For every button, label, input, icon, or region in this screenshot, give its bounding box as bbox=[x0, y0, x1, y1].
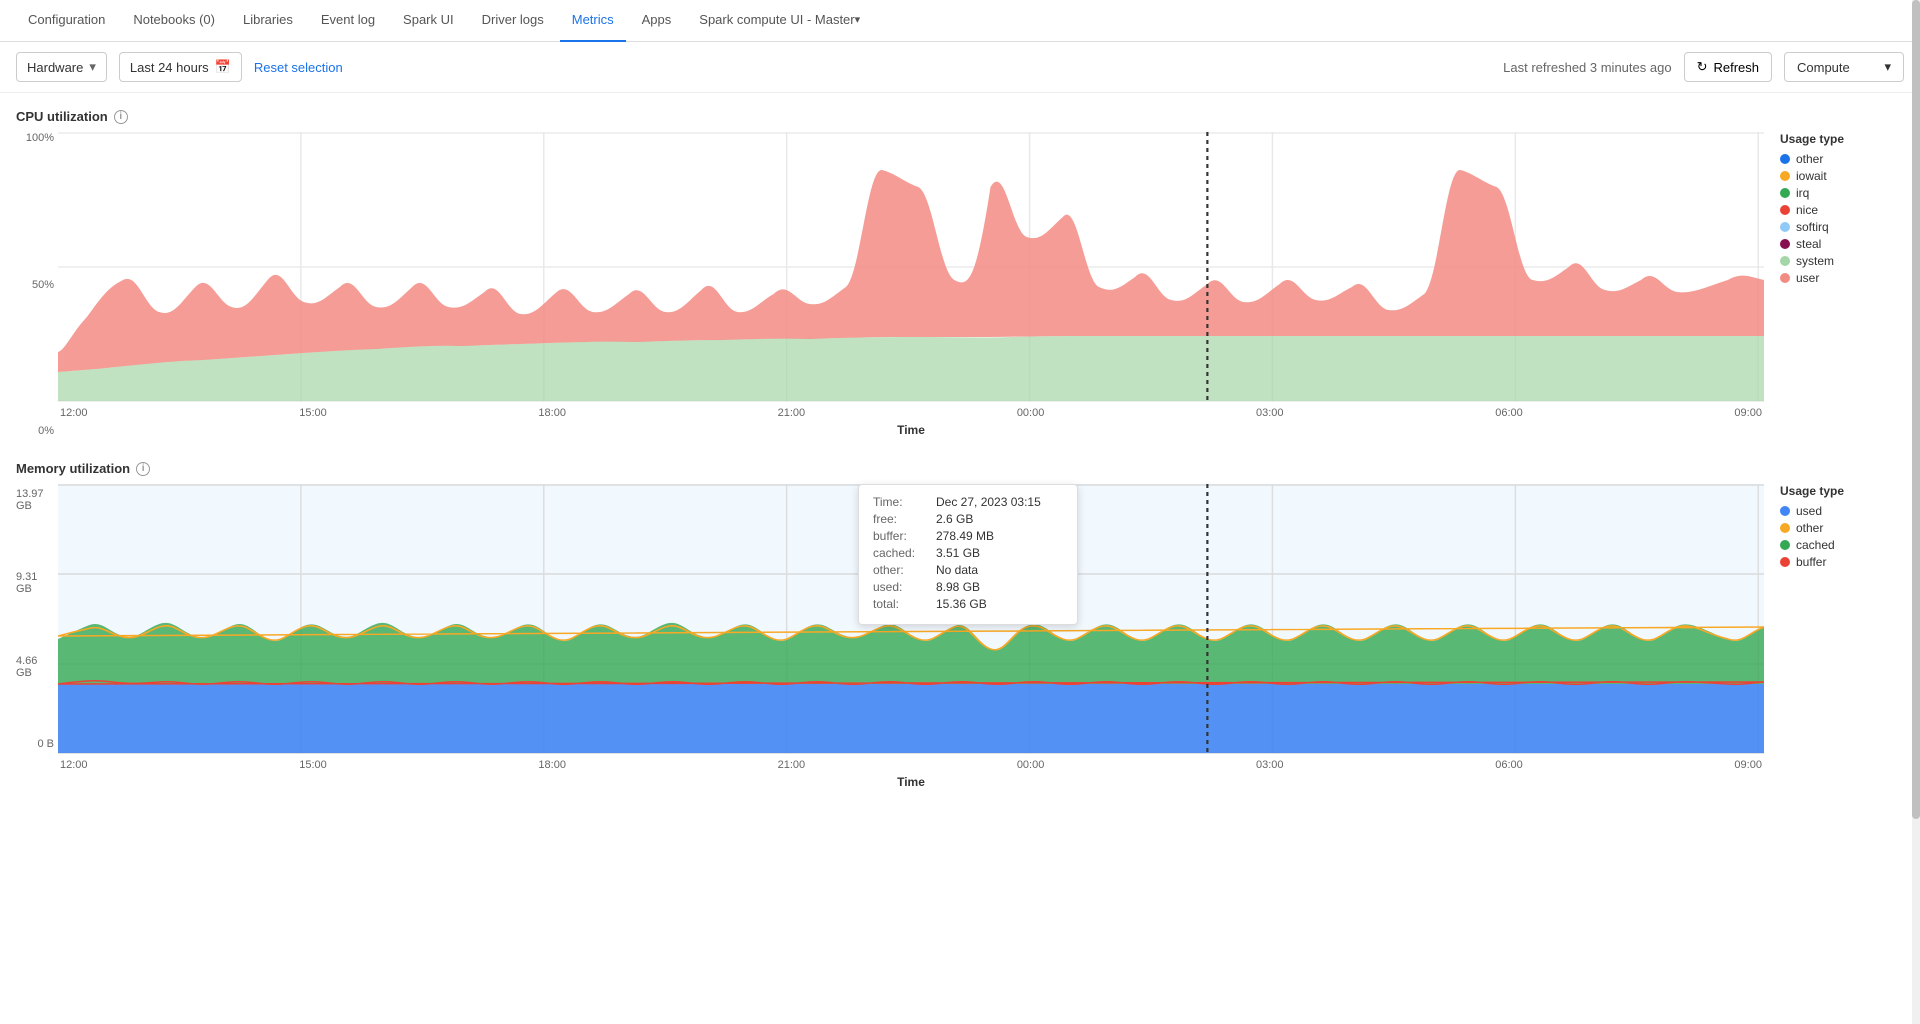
memory-chart-container: 13.97 GB 9.31 GB 4.66 GB 0 B bbox=[16, 484, 1904, 789]
mem-legend-dot-other bbox=[1780, 523, 1790, 533]
cpu-y-axis: 100% 50% 0% bbox=[16, 132, 58, 437]
refresh-label: Refresh bbox=[1713, 60, 1759, 75]
nav-item-driverlogs[interactable]: Driver logs bbox=[470, 0, 556, 42]
legend-dot-softirq bbox=[1780, 222, 1790, 232]
memory-info-icon[interactable]: i bbox=[136, 462, 150, 476]
cpu-x-labels: 12:00 15:00 18:00 21:00 00:00 03:00 06:0… bbox=[58, 407, 1764, 419]
cpu-info-icon[interactable]: i bbox=[114, 110, 128, 124]
nav-item-configuration[interactable]: Configuration bbox=[16, 0, 117, 42]
legend-dot-user bbox=[1780, 273, 1790, 283]
cpu-chart-section: CPU utilization i 100% 50% 0% bbox=[16, 109, 1904, 437]
memory-x-labels: 12:00 15:00 18:00 21:00 00:00 03:00 06:0… bbox=[58, 759, 1764, 771]
nav-item-eventlog[interactable]: Event log bbox=[309, 0, 387, 42]
mem-legend-dot-used bbox=[1780, 506, 1790, 516]
date-range-picker[interactable]: Last 24 hours 📅 bbox=[119, 52, 242, 82]
nav-bar: Configuration Notebooks (0) Libraries Ev… bbox=[0, 0, 1920, 42]
nav-item-notebooks[interactable]: Notebooks (0) bbox=[121, 0, 227, 42]
legend-item-irq: irq bbox=[1780, 186, 1904, 200]
legend-item-user: user bbox=[1780, 271, 1904, 285]
refresh-button[interactable]: ↻ Refresh bbox=[1684, 52, 1772, 82]
legend-dot-nice bbox=[1780, 205, 1790, 215]
legend-item-steal: steal bbox=[1780, 237, 1904, 251]
date-range-label: Last 24 hours bbox=[130, 60, 209, 75]
cpu-legend-title: Usage type bbox=[1780, 132, 1904, 146]
cpu-legend: Usage type other iowait irq nice bbox=[1764, 132, 1904, 288]
cpu-chart-title: CPU utilization i bbox=[16, 109, 1904, 124]
memory-chart-title: Memory utilization i bbox=[16, 461, 1904, 476]
mem-legend-item-cached: cached bbox=[1780, 538, 1904, 552]
cpu-chart-container: 100% 50% 0% bbox=[16, 132, 1904, 437]
refresh-icon: ↻ bbox=[1697, 59, 1708, 75]
scrollbar-track[interactable] bbox=[1912, 0, 1920, 1024]
legend-dot-irq bbox=[1780, 188, 1790, 198]
legend-item-other: other bbox=[1780, 152, 1904, 166]
legend-dot-system bbox=[1780, 256, 1790, 266]
legend-item-softirq: softirq bbox=[1780, 220, 1904, 234]
nav-item-sparkcompute[interactable]: Spark compute UI - Master bbox=[687, 0, 872, 42]
mem-legend-item-buffer: buffer bbox=[1780, 555, 1904, 569]
legend-item-system: system bbox=[1780, 254, 1904, 268]
mem-legend-dot-cached bbox=[1780, 540, 1790, 550]
compute-dropdown[interactable]: Compute ▾ bbox=[1784, 52, 1904, 82]
chevron-down-icon-compute: ▾ bbox=[1884, 59, 1891, 75]
legend-dot-other bbox=[1780, 154, 1790, 164]
compute-label: Compute bbox=[1797, 60, 1850, 75]
hardware-label: Hardware bbox=[27, 60, 83, 75]
legend-item-iowait: iowait bbox=[1780, 169, 1904, 183]
memory-chart-svg: Time: Dec 27, 2023 03:15 free: 2.6 GB bu… bbox=[58, 484, 1764, 789]
memory-y-axis: 13.97 GB 9.31 GB 4.66 GB 0 B bbox=[16, 484, 58, 754]
mem-legend-item-other: other bbox=[1780, 521, 1904, 535]
hardware-select[interactable]: Hardware ▾ bbox=[16, 52, 107, 82]
nav-item-libraries[interactable]: Libraries bbox=[231, 0, 305, 42]
memory-x-title: Time bbox=[58, 775, 1764, 789]
cpu-svg bbox=[58, 132, 1764, 402]
memory-legend-title: Usage type bbox=[1780, 484, 1904, 498]
nav-item-metrics[interactable]: Metrics bbox=[560, 0, 626, 42]
legend-item-nice: nice bbox=[1780, 203, 1904, 217]
calendar-icon: 📅 bbox=[215, 59, 231, 75]
legend-dot-iowait bbox=[1780, 171, 1790, 181]
memory-legend: Usage type used other cached buffer bbox=[1764, 484, 1904, 572]
chevron-down-icon: ▾ bbox=[89, 59, 96, 75]
toolbar: Hardware ▾ Last 24 hours 📅 Reset selecti… bbox=[0, 42, 1920, 93]
main-content: CPU utilization i 100% 50% 0% bbox=[0, 93, 1920, 829]
scrollbar-thumb[interactable] bbox=[1912, 0, 1920, 819]
nav-item-apps[interactable]: Apps bbox=[630, 0, 684, 42]
cpu-x-title: Time bbox=[58, 423, 1764, 437]
last-refreshed-text: Last refreshed 3 minutes ago bbox=[1503, 60, 1671, 75]
memory-chart-section: Memory utilization i 13.97 GB 9.31 GB 4.… bbox=[16, 461, 1904, 789]
cpu-chart-svg: 12:00 15:00 18:00 21:00 00:00 03:00 06:0… bbox=[58, 132, 1764, 437]
legend-dot-steal bbox=[1780, 239, 1790, 249]
memory-svg bbox=[58, 484, 1764, 754]
nav-item-sparkui[interactable]: Spark UI bbox=[391, 0, 466, 42]
mem-legend-dot-buffer bbox=[1780, 557, 1790, 567]
reset-selection-button[interactable]: Reset selection bbox=[254, 60, 343, 75]
mem-legend-item-used: used bbox=[1780, 504, 1904, 518]
